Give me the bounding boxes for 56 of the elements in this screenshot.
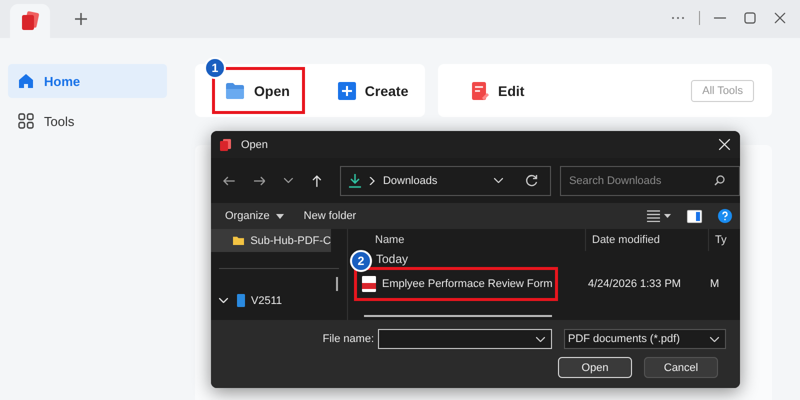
file-type-dropdown[interactable]: PDF documents (*.pdf) bbox=[564, 329, 726, 349]
document-edit-icon bbox=[471, 82, 489, 100]
new-folder-button[interactable]: New folder bbox=[298, 208, 362, 224]
column-header[interactable]: Ty bbox=[709, 229, 727, 251]
folder-icon bbox=[225, 82, 245, 100]
new-tab-icon[interactable] bbox=[74, 12, 88, 26]
chevron-down-icon[interactable] bbox=[494, 178, 504, 183]
help-icon[interactable] bbox=[718, 209, 732, 223]
phone-icon bbox=[237, 294, 245, 307]
search-input[interactable]: Search Downloads bbox=[567, 174, 714, 188]
cancel-button[interactable]: Cancel bbox=[644, 357, 718, 378]
logo-icon bbox=[19, 10, 41, 32]
chevron-right-icon bbox=[368, 176, 375, 184]
search-icon bbox=[714, 175, 726, 186]
maximize-icon[interactable] bbox=[744, 12, 756, 24]
preview-pane-icon[interactable] bbox=[687, 210, 702, 222]
open-button[interactable]: Open bbox=[558, 357, 632, 378]
caret-icon bbox=[276, 214, 284, 218]
file-name-label: File name: bbox=[322, 333, 374, 345]
chevron-down-icon[interactable] bbox=[284, 178, 294, 183]
view-list-icon[interactable] bbox=[647, 210, 671, 222]
minimize-icon[interactable] bbox=[714, 17, 726, 19]
download-icon bbox=[348, 174, 361, 188]
dialog-title: Open bbox=[241, 138, 268, 150]
organize-button[interactable]: Organize bbox=[219, 208, 290, 224]
chevron-down-icon bbox=[710, 336, 719, 342]
sidebar-item[interactable]: Home bbox=[8, 64, 167, 98]
action-button[interactable]: Edit bbox=[458, 67, 540, 114]
app-tab[interactable] bbox=[10, 4, 50, 38]
chevron-down-icon[interactable] bbox=[536, 336, 545, 342]
step-badge: 1 bbox=[204, 57, 226, 79]
group-header: Today bbox=[376, 251, 408, 267]
sidebar-item[interactable]: Tools bbox=[8, 104, 167, 138]
address-bar[interactable]: Downloads bbox=[340, 166, 552, 196]
close-icon[interactable] bbox=[774, 12, 786, 24]
file-row[interactable]: Emplyee Performace Review Form bbox=[354, 267, 558, 301]
plus-icon bbox=[338, 82, 356, 100]
action-button[interactable]: Create bbox=[324, 67, 424, 114]
file-name-field[interactable] bbox=[378, 329, 552, 349]
home-icon bbox=[18, 73, 34, 89]
nav-item[interactable]: Sub-Hub-PDF-C bbox=[211, 229, 331, 252]
folder-icon bbox=[233, 234, 244, 247]
search-field[interactable]: Search Downloads bbox=[560, 166, 740, 196]
grid-icon bbox=[18, 113, 34, 129]
step-badge: 2 bbox=[350, 250, 372, 272]
more-icon[interactable] bbox=[671, 16, 685, 20]
logo-icon bbox=[219, 138, 233, 152]
refresh-icon[interactable] bbox=[525, 174, 538, 187]
column-header[interactable]: Date modified bbox=[586, 229, 709, 251]
pdf-file-icon bbox=[362, 276, 376, 292]
forward-icon[interactable] bbox=[254, 176, 266, 186]
nav-item[interactable]: V2511 bbox=[211, 289, 347, 312]
up-icon[interactable] bbox=[312, 174, 322, 186]
back-icon[interactable] bbox=[223, 176, 235, 186]
table-cell: M bbox=[710, 278, 720, 290]
date-cell-text: 4/24/2026 1:33 PM bbox=[588, 278, 682, 290]
